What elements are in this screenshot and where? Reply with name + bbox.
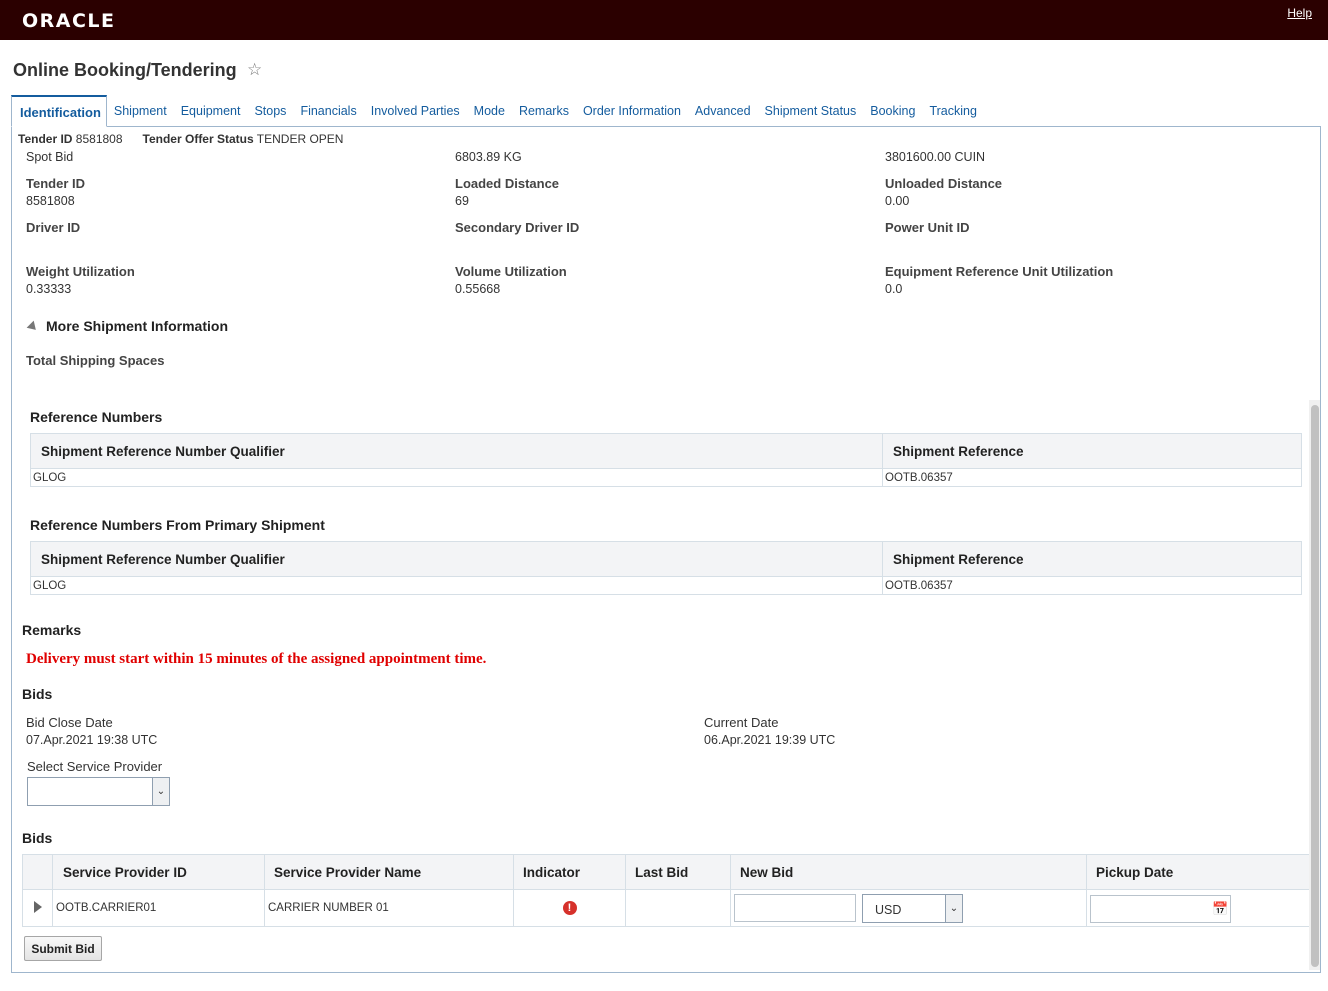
indicator-cell: ! <box>513 889 626 927</box>
secondary-driver-id-label: Secondary Driver ID <box>455 220 580 235</box>
tab-order-information[interactable]: Order Information <box>576 95 688 127</box>
collapse-triangle-icon <box>26 320 40 334</box>
volume-text: 3801600.00 CUIN <box>885 150 986 164</box>
tender-summary-line: Tender ID 8581808 Tender Offer Status TE… <box>18 132 343 146</box>
tab-booking[interactable]: Booking <box>863 95 922 127</box>
tab-tracking[interactable]: Tracking <box>922 95 983 127</box>
more-shipment-info-title: More Shipment Information <box>46 318 228 334</box>
tab-mode[interactable]: Mode <box>467 95 512 127</box>
bid-close-date-label: Bid Close Date <box>26 715 113 730</box>
remarks-title: Remarks <box>22 622 82 638</box>
table-cell: OOTB.06357 <box>882 576 1302 595</box>
new-bid-input[interactable] <box>734 894 856 922</box>
tab-involved-parties[interactable]: Involved Parties <box>364 95 467 127</box>
last-bid-cell <box>625 889 731 927</box>
reference-numbers-primary-table: Shipment Reference Number Qualifier Ship… <box>30 541 1302 595</box>
tender-id-value: 8581808 <box>75 132 123 146</box>
scrollbar-thumb[interactable] <box>1311 405 1319 967</box>
table-cell: OOTB.06357 <box>882 468 1302 487</box>
tender-status-label: Tender Offer Status <box>142 132 254 146</box>
weight-utilization-label: Weight Utilization <box>26 264 135 279</box>
volume-utilization-label: Volume Utilization <box>455 264 567 279</box>
bids-table-title: Bids <box>22 830 53 846</box>
remarks-text: Delivery must start within 15 minutes of… <box>26 651 487 667</box>
error-indicator-icon: ! <box>562 901 577 915</box>
pickup-date-input[interactable] <box>1090 895 1231 923</box>
service-provider-name-cell: CARRIER NUMBER 01 <box>264 889 514 927</box>
tab-shipment-status[interactable]: Shipment Status <box>758 95 864 127</box>
tab-financials[interactable]: Financials <box>293 95 363 127</box>
equipment-ref-utilization-value: 0.0 <box>885 282 903 296</box>
current-date-label: Current Date <box>704 715 779 730</box>
volume-utilization-value: 0.55668 <box>455 282 501 296</box>
row-expand-icon[interactable] <box>22 889 53 927</box>
chevron-down-icon[interactable]: ⌄ <box>945 895 962 922</box>
column-header[interactable]: Service Provider ID <box>52 854 265 890</box>
total-shipping-spaces-label: Total Shipping Spaces <box>26 353 165 368</box>
top-bar: ORACLE Help <box>0 0 1328 40</box>
unloaded-distance-value: 0.00 <box>885 194 910 208</box>
tender-id-field-label: Tender ID <box>26 176 85 191</box>
equipment-ref-utilization-label: Equipment Reference Unit Utilization <box>885 264 1114 279</box>
currency-selected: USD <box>875 903 902 917</box>
current-date-value: 06.Apr.2021 19:39 UTC <box>704 733 836 747</box>
tender-id-field-value: 8581808 <box>26 194 75 208</box>
service-provider-select[interactable]: ⌄ <box>27 777 170 806</box>
table-cell: GLOG <box>30 576 883 595</box>
tender-id-label: Tender ID <box>18 132 73 146</box>
unloaded-distance-label: Unloaded Distance <box>885 176 1003 191</box>
tab-bar: Identification Shipment Equipment Stops … <box>11 95 984 127</box>
oracle-logo: ORACLE <box>22 10 116 32</box>
submit-bid-button[interactable]: Submit Bid <box>24 936 102 961</box>
table-cell: GLOG <box>30 468 883 487</box>
calendar-icon[interactable]: 📅 <box>1212 901 1228 917</box>
pickup-date-cell: 📅 <box>1086 889 1310 927</box>
more-shipment-info-toggle[interactable]: More Shipment Information <box>26 318 228 334</box>
row-expander-header <box>22 854 53 890</box>
favorite-star-icon[interactable]: ☆ <box>247 60 262 80</box>
select-service-provider-label: Select Service Provider <box>27 759 163 774</box>
service-provider-id-cell: OOTB.CARRIER01 <box>52 889 265 927</box>
column-header[interactable]: Service Provider Name <box>264 854 514 890</box>
column-header[interactable]: Shipment Reference Number Qualifier <box>30 433 883 469</box>
reference-numbers-table: Shipment Reference Number Qualifier Ship… <box>30 433 1302 487</box>
chevron-down-icon[interactable]: ⌄ <box>152 778 169 805</box>
driver-id-label: Driver ID <box>26 220 81 235</box>
table-row[interactable]: GLOG OOTB.06357 <box>30 468 1302 487</box>
table-row[interactable]: GLOG OOTB.06357 <box>30 576 1302 595</box>
tab-stops[interactable]: Stops <box>247 95 293 127</box>
bids-table: Service Provider ID Service Provider Nam… <box>22 854 1310 927</box>
column-header[interactable]: Shipment Reference Number Qualifier <box>30 541 883 577</box>
weight-utilization-value: 0.33333 <box>26 282 72 296</box>
new-bid-cell: USD ⌄ <box>730 889 1087 927</box>
column-header[interactable]: New Bid <box>730 854 1087 890</box>
currency-select[interactable]: USD ⌄ <box>862 894 963 923</box>
column-header[interactable]: Last Bid <box>625 854 731 890</box>
weight-text: 6803.89 KG <box>455 150 522 164</box>
bid-close-date-value: 07.Apr.2021 19:38 UTC <box>26 733 158 747</box>
column-header[interactable]: Shipment Reference <box>882 433 1302 469</box>
help-link[interactable]: Help <box>1287 6 1312 20</box>
column-header[interactable]: Indicator <box>513 854 626 890</box>
tab-shipment[interactable]: Shipment <box>107 95 174 127</box>
loaded-distance-label: Loaded Distance <box>455 176 560 191</box>
reference-numbers-primary-title: Reference Numbers From Primary Shipment <box>30 517 325 533</box>
tab-identification[interactable]: Identification <box>11 95 107 127</box>
column-header[interactable]: Pickup Date <box>1086 854 1310 890</box>
reference-numbers-title: Reference Numbers <box>30 409 163 425</box>
spot-bid-text: Spot Bid <box>26 150 74 164</box>
tender-status-value: TENDER OPEN <box>256 132 344 146</box>
bids-info-title: Bids <box>22 686 53 702</box>
power-unit-id-label: Power Unit ID <box>885 220 970 235</box>
loaded-distance-value: 69 <box>455 194 469 208</box>
page-title: Online Booking/Tendering <box>13 60 237 80</box>
tab-remarks[interactable]: Remarks <box>512 95 576 127</box>
tab-equipment[interactable]: Equipment <box>174 95 248 127</box>
table-row[interactable]: OOTB.CARRIER01 CARRIER NUMBER 01 ! USD ⌄… <box>22 889 1310 927</box>
tab-advanced[interactable]: Advanced <box>688 95 758 127</box>
column-header[interactable]: Shipment Reference <box>882 541 1302 577</box>
